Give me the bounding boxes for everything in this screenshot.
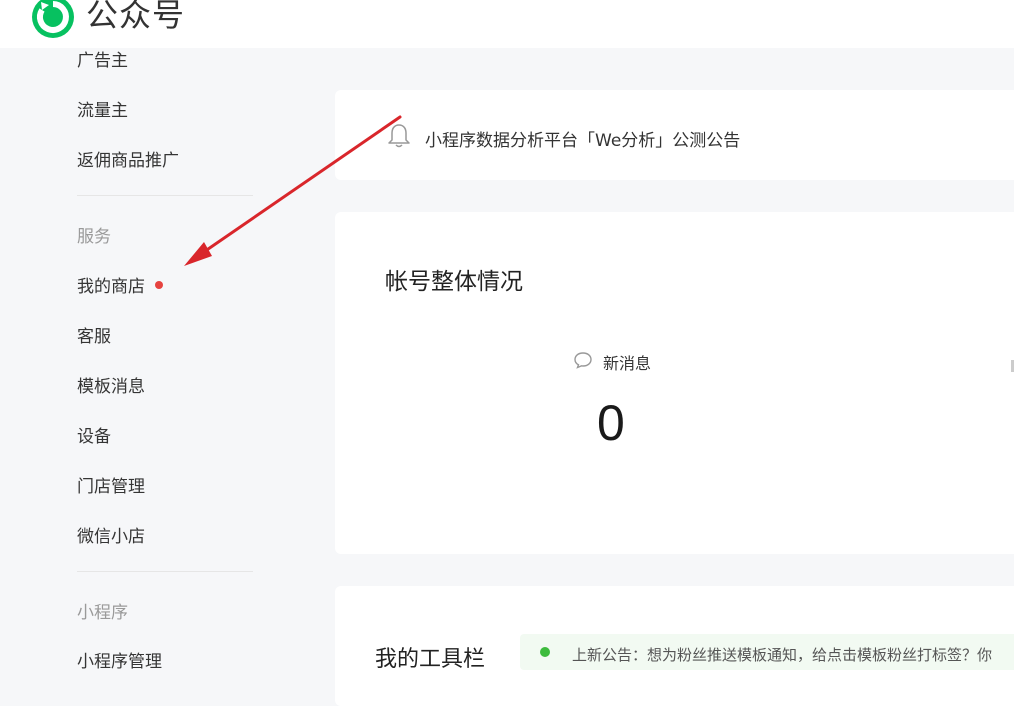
- sidebar-divider: [77, 571, 253, 572]
- sidebar-item-my-store[interactable]: 我的商店: [77, 272, 163, 297]
- brand-title: 公众号: [86, 0, 186, 34]
- sidebar-group-service: 服务: [77, 227, 111, 247]
- sidebar-item-customer-service[interactable]: 客服: [77, 322, 111, 347]
- chat-bubble-icon: [574, 352, 592, 369]
- sidebar-item-commission-promotion[interactable]: 返佣商品推广: [77, 146, 179, 171]
- account-overview-card: 帐号整体情况 新消息 0: [335, 212, 1014, 554]
- sidebar-group-miniprogram: 小程序: [77, 603, 128, 623]
- wechat-mp-logo-icon[interactable]: [30, 0, 76, 40]
- sidebar-divider: [77, 195, 253, 196]
- toolbar-title: 我的工具栏: [375, 647, 486, 672]
- bell-icon: [388, 124, 410, 148]
- new-messages-count[interactable]: 0: [597, 394, 625, 452]
- notice-link[interactable]: 小程序数据分析平台「We分析」公测公告: [425, 126, 740, 151]
- sidebar-item-store-management[interactable]: 门店管理: [77, 472, 145, 497]
- new-messages-label[interactable]: 新消息: [603, 350, 651, 374]
- sidebar-item-publisher[interactable]: 流量主: [77, 96, 128, 121]
- sidebar-item-device[interactable]: 设备: [77, 422, 111, 447]
- sidebar-item-template-message[interactable]: 模板消息: [77, 372, 145, 397]
- sidebar-item-miniprogram-management[interactable]: 小程序管理: [77, 647, 162, 672]
- sidebar-item-advertiser[interactable]: 广告主: [77, 46, 128, 71]
- toolbar-card: 我的工具栏 上新公告：想为粉丝推送模板通知，给点击模板粉丝打标签？你: [335, 586, 1014, 706]
- top-bar: 公众号: [0, 0, 1014, 48]
- sidebar-item-wechat-shop[interactable]: 微信小店: [77, 522, 145, 547]
- tip-text: 上新公告：想为粉丝推送模板通知，给点击模板粉丝打标签？你: [572, 646, 993, 664]
- sidebar: 广告主 流量主 返佣商品推广 服务 我的商店 客服 模板消息 设备 门店管理 微…: [0, 46, 300, 672]
- tip-status-dot: [540, 647, 550, 657]
- notification-dot: [155, 281, 163, 289]
- tip-banner[interactable]: 上新公告：想为粉丝推送模板通知，给点击模板粉丝打标签？你: [520, 634, 1014, 670]
- sidebar-item-label: 我的商店: [77, 277, 145, 297]
- notice-card[interactable]: 小程序数据分析平台「We分析」公测公告: [335, 90, 1014, 180]
- overview-title: 帐号整体情况: [385, 269, 523, 295]
